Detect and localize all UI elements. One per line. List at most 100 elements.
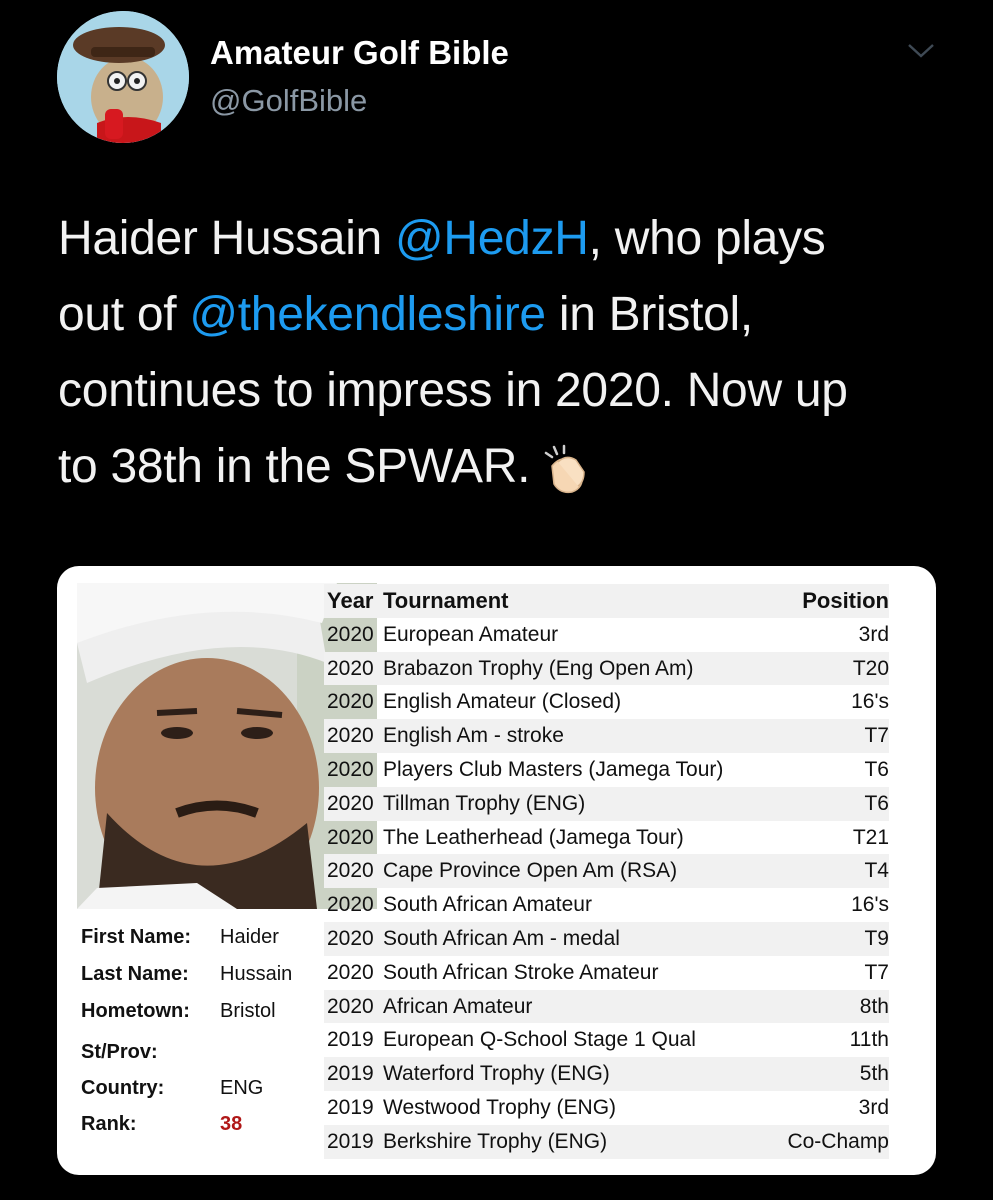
first-name-label: First Name: bbox=[81, 926, 192, 948]
tournament-cell: South African Amateur bbox=[383, 893, 592, 917]
position-cell: 11th bbox=[849, 1028, 889, 1052]
tournament-cell: The Leatherhead (Jamega Tour) bbox=[383, 825, 684, 849]
year-cell: 2020 bbox=[327, 622, 374, 646]
table-row: 2019 European Q-School Stage 1 Qual 11th bbox=[324, 1023, 889, 1057]
position-cell: 3rd bbox=[858, 1096, 889, 1119]
stprov-label: St/Prov: bbox=[81, 1041, 158, 1063]
rank-label: Rank: bbox=[81, 1113, 137, 1135]
year-cell: 2020 bbox=[327, 690, 374, 714]
first-name-row: First Name: Haider bbox=[81, 926, 279, 949]
table-row: 2020 South African Am - medal T9 bbox=[324, 922, 889, 956]
tournament-cell: South African Stroke Amateur bbox=[383, 960, 659, 984]
tweet-line-2: out of @thekendleshire in Bristol, bbox=[58, 277, 958, 353]
tournament-cell: African Amateur bbox=[383, 994, 533, 1018]
position-header: Position bbox=[802, 588, 889, 613]
table-row: 2020 Brabazon Trophy (Eng Open Am) T20 bbox=[324, 651, 889, 686]
table-header-row: Year Tournament Position bbox=[324, 584, 889, 618]
last-name-label: Last Name: bbox=[81, 963, 189, 985]
tweet-line-1: Haider Hussain @HedzH, who plays bbox=[58, 201, 958, 277]
year-cell: 2020 bbox=[327, 825, 374, 849]
position-cell: T7 bbox=[864, 960, 889, 984]
tournament-cell: English Am - stroke bbox=[383, 724, 564, 748]
year-cell: 2020 bbox=[327, 656, 374, 680]
media-card[interactable]: First Name: Haider Last Name: Hussain Ho… bbox=[57, 566, 936, 1175]
table-row: 2020 Players Club Masters (Jamega Tour) T6 bbox=[324, 753, 889, 787]
year-cell: 2020 bbox=[327, 724, 374, 748]
handle[interactable]: @GolfBible bbox=[210, 83, 367, 119]
tweet-text-segment: to 38th in the SPWAR. bbox=[58, 440, 531, 493]
position-cell: T6 bbox=[864, 758, 889, 781]
country-row: Country: ENG bbox=[81, 1077, 263, 1100]
display-name[interactable]: Amateur Golf Bible bbox=[210, 34, 509, 72]
hometown-value: Bristol bbox=[220, 1000, 276, 1022]
year-cell: 2020 bbox=[327, 758, 374, 781]
table-row: 2020 English Am - stroke T7 bbox=[324, 719, 889, 753]
tournament-cell: Westwood Trophy (ENG) bbox=[383, 1096, 617, 1119]
tournament-cell: Berkshire Trophy (ENG) bbox=[383, 1129, 608, 1153]
year-cell: 2020 bbox=[327, 859, 374, 883]
mention-link-hedzh[interactable]: @HedzH bbox=[395, 212, 589, 265]
position-cell: T20 bbox=[852, 656, 889, 680]
year-cell: 2019 bbox=[327, 1096, 374, 1119]
position-cell: 8th bbox=[859, 994, 889, 1018]
position-cell: 16's bbox=[851, 893, 889, 917]
year-header: Year bbox=[327, 588, 374, 613]
position-cell: Co-Champ bbox=[787, 1129, 889, 1153]
tweet-line-3: continues to impress in 2020. Now up bbox=[58, 353, 958, 429]
year-cell: 2020 bbox=[327, 893, 374, 917]
table-row: 2019 Westwood Trophy (ENG) 3rd bbox=[324, 1091, 889, 1125]
tournament-header: Tournament bbox=[383, 588, 509, 613]
table-row: 2020 Cape Province Open Am (RSA) T4 bbox=[324, 854, 889, 889]
tournament-cell: South African Am - medal bbox=[383, 927, 620, 950]
tweet-text-segment: in Bristol, bbox=[545, 288, 753, 341]
tournament-cell: English Amateur (Closed) bbox=[383, 690, 622, 714]
year-cell: 2019 bbox=[327, 1129, 374, 1153]
table-row: 2020 Tillman Trophy (ENG) T6 bbox=[324, 786, 889, 821]
country-label: Country: bbox=[81, 1077, 165, 1099]
position-cell: T6 bbox=[864, 791, 889, 815]
tweet-text-segment: Haider Hussain bbox=[58, 212, 395, 265]
tournament-cell: Players Club Masters (Jamega Tour) bbox=[383, 758, 724, 781]
year-cell: 2020 bbox=[327, 927, 374, 950]
tweet-line-4: to 38th in the SPWAR. bbox=[58, 429, 958, 505]
tweet-text-segment: out of bbox=[58, 288, 190, 341]
year-cell: 2020 bbox=[327, 791, 374, 815]
position-cell: T7 bbox=[864, 724, 889, 748]
table-row: 2020 The Leatherhead (Jamega Tour) T21 bbox=[324, 821, 889, 855]
tournament-cell: Cape Province Open Am (RSA) bbox=[383, 859, 678, 883]
stprov-row: St/Prov: bbox=[81, 1041, 158, 1064]
table-row: 2020 South African Amateur 16's bbox=[324, 888, 889, 922]
mention-link-thekendleshire[interactable]: @thekendleshire bbox=[189, 288, 546, 341]
last-name-value: Hussain bbox=[220, 963, 293, 985]
table-row: 2019 Berkshire Trophy (ENG) Co-Champ bbox=[324, 1124, 889, 1159]
avatar[interactable] bbox=[57, 11, 189, 143]
year-cell: 2019 bbox=[327, 1062, 374, 1086]
position-cell: 16's bbox=[851, 690, 889, 714]
tournament-cell: Tillman Trophy (ENG) bbox=[383, 791, 586, 815]
last-name-row: Last Name: Hussain bbox=[81, 963, 292, 986]
chevron-down-icon[interactable] bbox=[906, 40, 936, 62]
tournament-cell: Brabazon Trophy (Eng Open Am) bbox=[383, 656, 694, 680]
table-row: 2020 South African Stroke Amateur T7 bbox=[324, 956, 889, 990]
table-row: 2019 Waterford Trophy (ENG) 5th bbox=[324, 1057, 889, 1091]
tweet-text-segment: , who plays bbox=[588, 212, 826, 265]
tweet-text: Haider Hussain @HedzH, who plays out of … bbox=[58, 201, 958, 505]
table-row: 2020 English Amateur (Closed) 16's bbox=[324, 685, 889, 719]
country-value: ENG bbox=[220, 1077, 264, 1099]
position-cell: T9 bbox=[864, 927, 889, 950]
table-row: 2020 European Amateur 3rd bbox=[324, 618, 889, 652]
hometown-row: Hometown: Bristol bbox=[81, 1000, 276, 1023]
tournament-cell: European Amateur bbox=[383, 622, 559, 646]
rank-row: Rank: 38 bbox=[81, 1113, 242, 1136]
position-cell: T4 bbox=[864, 859, 889, 883]
first-name-value: Haider bbox=[220, 926, 279, 948]
year-cell: 2020 bbox=[327, 994, 374, 1018]
tweet-text-segment: continues to impress in 2020. Now up bbox=[58, 364, 848, 417]
year-cell: 2019 bbox=[327, 1028, 374, 1052]
rank-value: 38 bbox=[220, 1113, 243, 1135]
position-cell: 3rd bbox=[858, 622, 889, 646]
year-cell: 2020 bbox=[327, 960, 374, 984]
tournament-cell: Waterford Trophy (ENG) bbox=[383, 1062, 610, 1086]
hometown-label: Hometown: bbox=[81, 1000, 190, 1022]
position-cell: 5th bbox=[859, 1062, 889, 1086]
